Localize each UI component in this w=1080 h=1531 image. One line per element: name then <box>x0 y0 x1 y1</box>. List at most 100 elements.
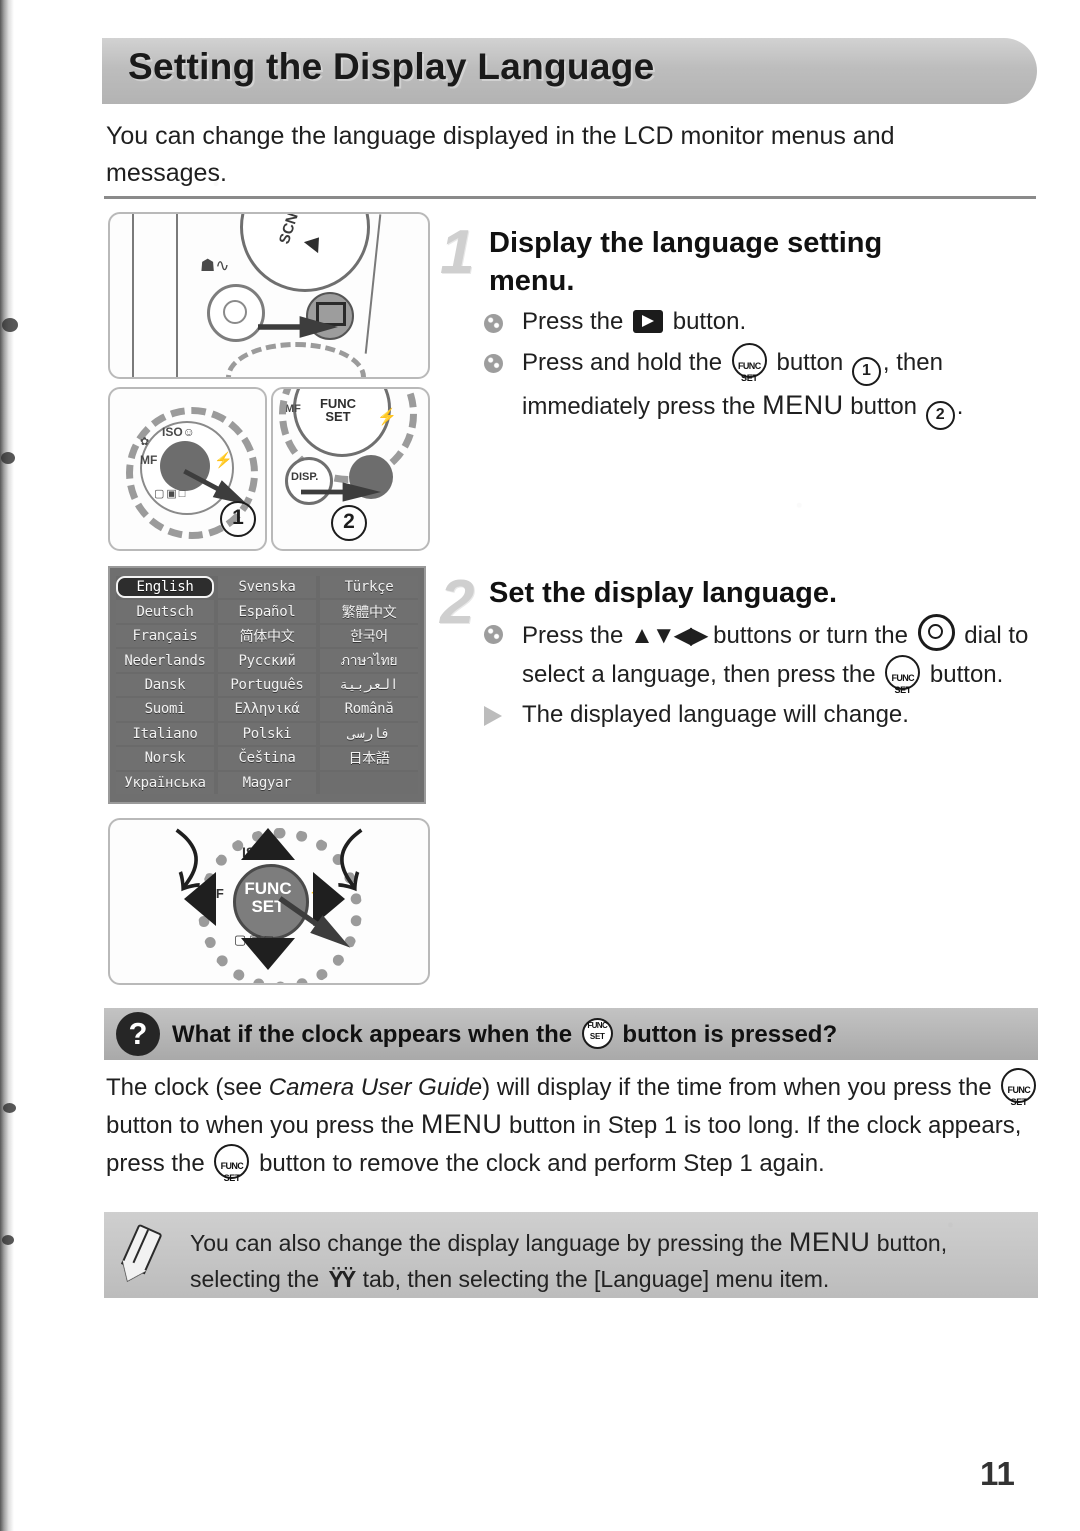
scan-speck <box>1 452 15 464</box>
language-option[interactable]: Nederlands <box>116 649 214 672</box>
figure-detail-func-set: ISO☺ MF ⚡ ✿ ▢▣□ 1 <box>108 387 267 551</box>
language-option[interactable]: Dansk <box>116 673 214 697</box>
language-option[interactable]: ภาษาไทย <box>320 649 418 672</box>
language-option[interactable]: English <box>116 576 214 599</box>
language-option[interactable]: 繁體中文 <box>320 600 418 623</box>
language-option[interactable]: Čeština <box>218 747 316 770</box>
language-grid[interactable]: English Svenska Türkçe Deutsch Español 繁體中文 Fr… <box>116 576 418 794</box>
control-dial-edge <box>226 342 366 377</box>
bullet-icon <box>484 354 503 373</box>
language-option[interactable]: Ελληνικά <box>218 698 316 721</box>
q-body-1: The clock (see <box>106 1074 263 1101</box>
question-mark-icon: ? <box>116 1012 160 1056</box>
print-share-icon: ☗∿ <box>200 256 230 275</box>
note-text-1: You can also change the display language… <box>190 1230 783 1256</box>
language-option[interactable]: Русский <box>218 649 316 672</box>
playback-icon <box>633 310 664 333</box>
func-set-icon: FUNC SET <box>581 1018 613 1049</box>
macro-label: ✿ <box>140 436 150 448</box>
language-option[interactable]: Українська <box>116 771 214 794</box>
step-2-number: 2 <box>440 568 475 637</box>
menu-label: MENU <box>788 1227 871 1257</box>
iso-label: ISO☺ <box>162 425 195 439</box>
question-title-b: button is pressed? <box>622 1021 838 1048</box>
bullet-icon <box>484 314 503 333</box>
question-body: The clock (see Camera User Guide) will d… <box>106 1068 1042 1183</box>
step-2-body: Press the ▲▼◀▶ buttons or turn the dial … <box>478 614 1048 736</box>
figure-camera-top: SCN ☗∿ <box>108 212 430 379</box>
direction-buttons-icon: ▲▼◀▶ <box>630 622 708 649</box>
flash-label: ⚡ <box>214 452 233 469</box>
marker-2-icon: 2 <box>925 401 955 430</box>
language-option[interactable]: Français <box>116 624 214 648</box>
language-option[interactable]: 日本語 <box>320 747 418 770</box>
step-1-line2-e: . <box>956 393 964 420</box>
step-1-line2-a: Press and hold the <box>522 349 723 376</box>
menu-label: MENU <box>762 390 844 420</box>
func-set-label-3: FUNC SET <box>244 879 292 916</box>
language-option[interactable]: Română <box>320 698 418 721</box>
step-1-bullet-2: Press and hold the FUNC SET button 1, the… <box>478 343 1038 430</box>
bullet-icon <box>484 625 503 644</box>
language-option[interactable]: 简体中文 <box>218 624 316 648</box>
page-title: Setting the Display Language <box>128 46 655 87</box>
func-set-icon: FUNC SET <box>731 343 767 383</box>
scan-speck <box>2 1235 14 1245</box>
q-body-2: ) will display if the time from when you… <box>482 1074 992 1101</box>
question-title: What if the clock appears when the FUNC S… <box>172 1018 1032 1049</box>
step-2-bullet-1: Press the ▲▼◀▶ buttons or turn the dial … <box>478 614 1048 695</box>
language-option[interactable]: Español <box>218 600 316 623</box>
scan-edge-artifact <box>0 0 14 1531</box>
q-body-5: button to remove the clock and perform S… <box>259 1150 825 1177</box>
language-option[interactable]: Italiano <box>116 722 214 746</box>
step-1-line2-b: button <box>776 349 844 376</box>
func-set-icon: FUNC SET <box>885 655 921 695</box>
step-marker-2: 2 <box>331 505 367 541</box>
step-1-body: Press the button. Press and hold the FUN… <box>478 303 1038 432</box>
func-set-icon: FUNC SET <box>214 1144 250 1183</box>
lcd-language-screen: English Svenska Türkçe Deutsch Español 繁體中文 Fr… <box>108 566 426 804</box>
language-option[interactable]: Magyar <box>218 771 316 794</box>
step-2-result: The displayed language will change. <box>478 696 1048 734</box>
language-cell-empty <box>320 772 418 794</box>
intro-paragraph: You can change the language displayed in… <box>106 122 895 187</box>
language-option[interactable]: فارسى <box>320 722 418 746</box>
page-number: 11 <box>980 1455 1015 1492</box>
language-option[interactable]: Português <box>218 673 316 697</box>
mode-dial <box>240 214 370 292</box>
disp-label: DISP. <box>291 471 319 483</box>
func-set-icon: FUNC SET <box>1001 1068 1037 1107</box>
q-body-3: button to when you press the <box>106 1112 415 1139</box>
scan-speck <box>2 318 18 332</box>
step-1-line1-a: Press the <box>522 308 624 335</box>
language-option[interactable]: Norsk <box>116 747 214 770</box>
language-option[interactable]: Polski <box>218 722 316 746</box>
up-button-icon <box>241 828 295 860</box>
down-button-icon <box>241 938 295 970</box>
step-1-line1-b: button. <box>672 308 747 335</box>
manual-page: Setting the Display Language You can cha… <box>0 0 1080 1531</box>
language-option[interactable]: Svenska <box>218 576 316 599</box>
language-option[interactable]: العربية <box>320 673 418 697</box>
step-1-line2-d: button <box>850 393 918 420</box>
language-option[interactable]: Deutsch <box>116 600 214 623</box>
step-2-result-text: The displayed language will change. <box>522 701 909 728</box>
control-dial-icon <box>917 614 955 651</box>
step-2-line1-a: Press the <box>522 622 624 649</box>
step-2-title: Set the display language. <box>489 577 838 609</box>
language-option[interactable]: 한국어 <box>320 624 418 648</box>
step-2-line1-b: buttons or turn the <box>713 622 908 649</box>
question-title-a: What if the clock appears when the <box>172 1021 573 1048</box>
figure-control-dial: FUNC SET ISO☺ MF ⚡ ▢▣□ ⤵ ⤵ <box>108 818 430 985</box>
step-2-line1-d: button. <box>929 661 1004 688</box>
divider <box>104 196 1036 199</box>
scan-speck <box>3 1103 16 1113</box>
step-1-title: Display the language setting menu. <box>489 227 883 297</box>
mf-label: MF <box>140 453 158 467</box>
note-text: You can also change the display language… <box>190 1224 1030 1297</box>
language-option[interactable]: Türkçe <box>320 576 418 599</box>
step-marker-1: 1 <box>220 501 256 537</box>
language-option[interactable]: Suomi <box>116 698 214 721</box>
q-body-italic: Camera User Guide <box>268 1074 483 1101</box>
shutter-inner <box>223 300 247 324</box>
